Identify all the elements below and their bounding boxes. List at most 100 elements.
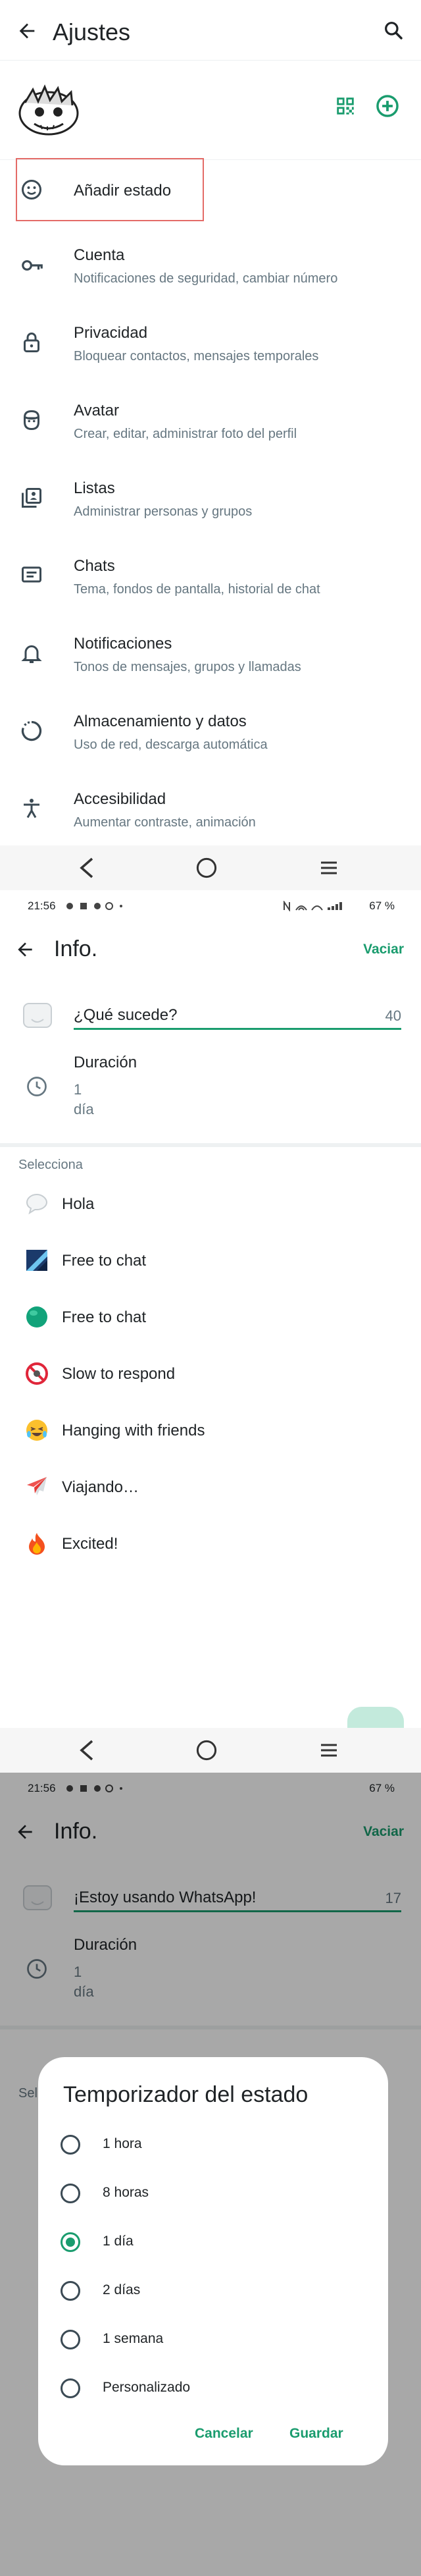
radio-option-2-days[interactable]: 2 días	[38, 2267, 388, 2315]
info-screen: 21:56 67 % Info. Vaciar ¿Qué sucede? 40 …	[0, 890, 421, 1773]
status-time: 21:56	[28, 899, 56, 912]
option-excited[interactable]: Excited!	[0, 1516, 421, 1572]
bell-icon	[20, 641, 46, 668]
option-hola[interactable]: Hola	[0, 1176, 421, 1233]
settings-item-avatar[interactable]: Avatar Crear, editar, administrar foto d…	[0, 386, 421, 464]
radio-button[interactable]	[61, 2135, 80, 2155]
settings-item-accessibility[interactable]: Accesibilidad Aumentar contraste, animac…	[0, 774, 421, 852]
option-hanging-with-friends[interactable]: Hanging with friends	[0, 1403, 421, 1459]
radio-label: 1 semana	[103, 2331, 164, 2346]
settings-item-subtitle: Crear, editar, administrar foto del perf…	[74, 427, 297, 441]
settings-item-subtitle: Uso de red, descarga automática	[74, 738, 268, 752]
option-label: Slow to respond	[62, 1365, 176, 1383]
radio-button[interactable]	[61, 2378, 80, 2398]
nav-home-icon[interactable]	[196, 1740, 217, 1761]
back-arrow-icon[interactable]	[14, 939, 36, 960]
settings-item-title: Cuenta	[74, 246, 125, 264]
nav-back-icon[interactable]	[78, 857, 96, 878]
nav-back-icon[interactable]	[78, 1740, 96, 1761]
info-app-bar: Info. Vaciar	[0, 922, 421, 979]
avatar-icon	[20, 408, 46, 435]
radio-option-1-week[interactable]: 1 semana	[38, 2315, 388, 2364]
blue-square-icon	[25, 1248, 49, 1272]
settings-item-title: Notificaciones	[74, 635, 172, 653]
option-free-to-chat-1[interactable]: Free to chat	[0, 1233, 421, 1289]
green-circle-icon	[25, 1305, 49, 1329]
char-counter: 40	[385, 1007, 401, 1024]
signal-icons	[282, 901, 354, 911]
page-title: Ajustes	[53, 18, 131, 45]
option-label: Viajando…	[62, 1478, 139, 1496]
cancel-button[interactable]: Cancelar	[195, 2426, 253, 2442]
option-traveling[interactable]: Viajando…	[0, 1459, 421, 1516]
settings-item-title: Privacidad	[74, 324, 148, 342]
settings-item-lists[interactable]: Listas Administrar personas y grupos	[0, 464, 421, 541]
option-label: Hanging with friends	[62, 1422, 205, 1439]
clear-button[interactable]: Vaciar	[363, 942, 404, 957]
section-label: Selecciona	[18, 1158, 83, 1172]
settings-item-title: Listas	[74, 479, 115, 497]
clock-icon	[25, 1075, 49, 1098]
no-entry-icon	[25, 1362, 49, 1385]
radio-option-1-day[interactable]: 1 día	[38, 2218, 388, 2267]
status-placeholder: ¿Qué sucede?	[74, 1006, 178, 1024]
laughing-face-icon	[25, 1418, 49, 1442]
qr-code-icon[interactable]	[334, 95, 357, 117]
dialog-title: Temporizador del estado	[63, 2082, 309, 2107]
radio-option-8-hours[interactable]: 8 horas	[38, 2169, 388, 2218]
radio-label: 8 horas	[103, 2185, 149, 2200]
duration-unit: día	[74, 1101, 94, 1117]
settings-item-title: Añadir estado	[74, 182, 172, 200]
page-title: Info.	[54, 936, 98, 961]
settings-item-privacy[interactable]: Privacidad Bloquear contactos, mensajes …	[0, 308, 421, 386]
settings-item-storage[interactable]: Almacenamiento y datos Uso de red, desca…	[0, 697, 421, 774]
radio-button[interactable]	[61, 2281, 80, 2301]
radio-button-selected[interactable]	[61, 2232, 80, 2252]
notification-icons	[64, 901, 137, 911]
settings-item-subtitle: Tonos de mensajes, grupos y llamadas	[74, 660, 301, 674]
back-arrow-icon[interactable]	[16, 20, 38, 42]
radio-option-custom[interactable]: Personalizado	[38, 2364, 388, 2413]
settings-screen: Ajustes Añadir estado Cuenta Notificacio…	[0, 0, 421, 890]
settings-item-title: Almacenamiento y datos	[74, 712, 247, 730]
settings-item-chats[interactable]: Chats Tema, fondos de pantalla, historia…	[0, 541, 421, 619]
timer-dialog: Temporizador del estado 1 hora 8 horas 1…	[38, 2057, 388, 2465]
save-button[interactable]: Guardar	[289, 2426, 343, 2442]
option-label: Free to chat	[62, 1252, 147, 1270]
settings-item-notifications[interactable]: Notificaciones Tonos de mensajes, grupos…	[0, 619, 421, 697]
key-icon	[20, 253, 46, 279]
settings-item-subtitle: Administrar personas y grupos	[74, 504, 253, 519]
nav-recents-icon[interactable]	[318, 857, 339, 878]
profile-row[interactable]	[0, 79, 421, 145]
option-slow-to-respond[interactable]: Slow to respond	[0, 1346, 421, 1403]
duration-value: 1	[74, 1081, 82, 1098]
system-nav-bar	[0, 845, 421, 890]
radio-label: 1 día	[103, 2234, 134, 2249]
settings-item-subtitle: Notificaciones de seguridad, cambiar núm…	[74, 271, 338, 286]
radio-label: Personalizado	[103, 2380, 191, 2395]
lists-icon	[20, 486, 46, 512]
radio-option-1-hour[interactable]: 1 hora	[38, 2120, 388, 2169]
smiley-icon	[20, 178, 46, 204]
storage-icon	[20, 719, 46, 745]
settings-item-title: Accesibilidad	[74, 790, 166, 808]
accessibility-icon	[20, 797, 46, 823]
nav-recents-icon[interactable]	[318, 1740, 339, 1761]
search-icon[interactable]	[383, 20, 404, 41]
option-label: Hola	[62, 1195, 95, 1213]
settings-item-add-status[interactable]: Añadir estado	[0, 153, 421, 230]
system-nav-bar	[0, 1728, 421, 1773]
option-free-to-chat-2[interactable]: Free to chat	[0, 1289, 421, 1346]
status-input[interactable]: ¿Qué sucede? 40	[74, 1006, 401, 1030]
radio-button[interactable]	[61, 2330, 80, 2349]
add-circle-icon[interactable]	[375, 94, 400, 119]
radio-label: 1 hora	[103, 2136, 142, 2151]
settings-app-bar: Ajustes	[0, 0, 421, 61]
duration-row[interactable]: Duración 1 día	[74, 1054, 337, 1126]
radio-button[interactable]	[61, 2184, 80, 2203]
settings-item-account[interactable]: Cuenta Notificaciones de seguridad, camb…	[0, 230, 421, 308]
radio-label: 2 días	[103, 2282, 141, 2297]
nav-home-icon[interactable]	[196, 857, 217, 878]
status-bar: 21:56 67 %	[0, 890, 421, 922]
avatar[interactable]	[14, 83, 83, 140]
